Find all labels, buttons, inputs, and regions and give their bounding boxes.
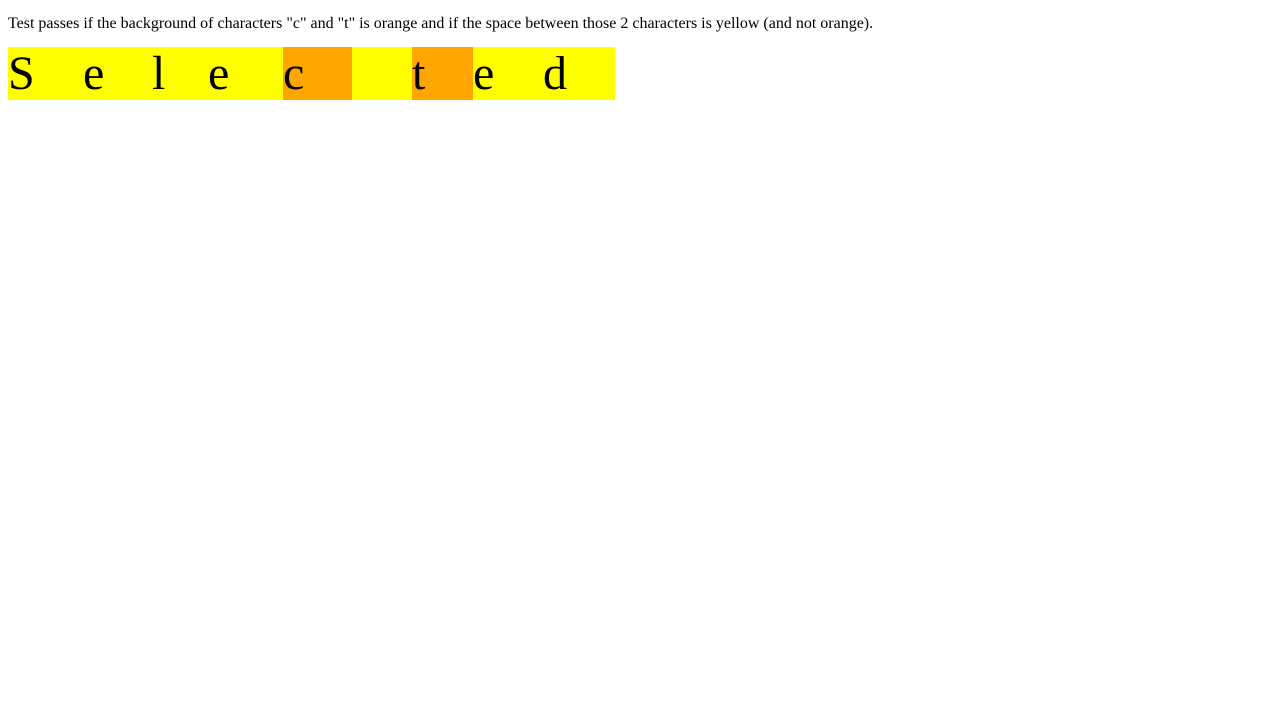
character-e[interactable]: e: [208, 47, 283, 100]
character-t[interactable]: t: [412, 47, 473, 100]
selected-text-sample[interactable]: S e l e c t e d: [8, 47, 615, 100]
character-d[interactable]: d: [543, 47, 615, 100]
space-between-c-and-t[interactable]: [352, 47, 412, 100]
character-c[interactable]: c: [283, 47, 352, 100]
character-e[interactable]: e: [83, 47, 152, 100]
test-page: Test passes if the background of charact…: [0, 0, 1280, 720]
test-instructions: Test passes if the background of charact…: [8, 15, 874, 32]
character-s[interactable]: S: [8, 47, 83, 100]
character-e[interactable]: e: [473, 47, 543, 100]
character-l[interactable]: l: [152, 47, 208, 100]
